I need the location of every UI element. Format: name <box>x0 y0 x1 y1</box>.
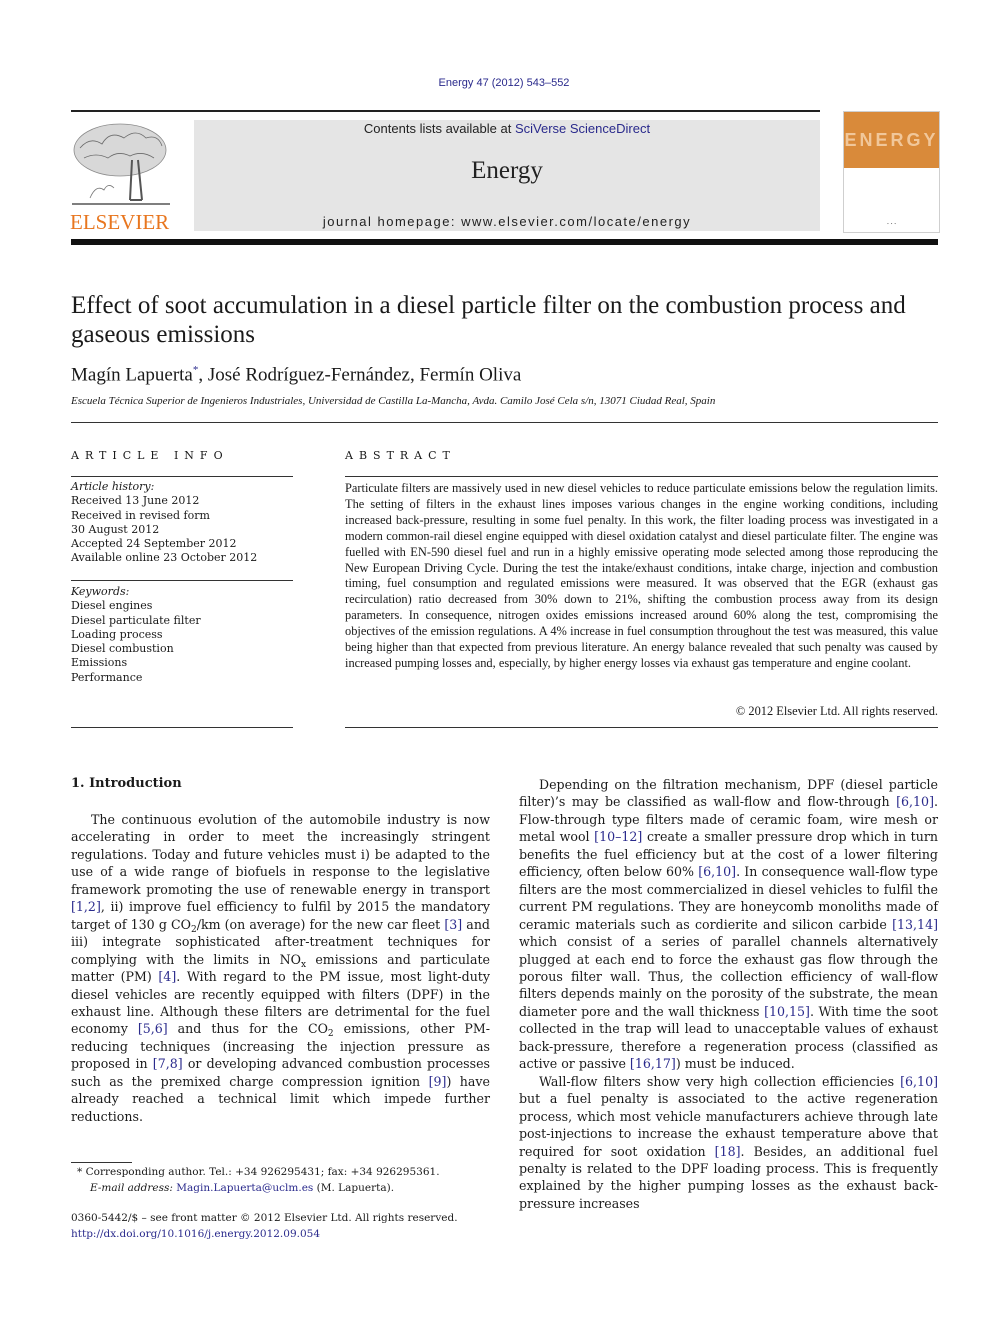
body-column-left: The continuous evolution of the automobi… <box>71 811 490 1125</box>
contents-prefix: Contents lists available at <box>363 121 515 136</box>
article-title: Effect of soot accumulation in a diesel … <box>71 292 906 348</box>
divider <box>71 476 293 477</box>
divider <box>345 727 938 728</box>
footnote-rule <box>71 1162 132 1163</box>
cover-banner: ENERGY <box>844 112 939 168</box>
citation-link[interactable]: [5,6] <box>138 1021 168 1036</box>
author-list: Magín Lapuerta*, José Rodríguez-Fernánde… <box>71 364 521 386</box>
footnote-email: E-mail address: Magin.Lapuerta@uclm.es (… <box>71 1181 440 1197</box>
footnote-contact: * Corresponding author. Tel.: +34 926295… <box>77 1166 440 1178</box>
history-item: Received 13 June 2012 <box>71 494 200 508</box>
journal-banner: Contents lists available at SciVerse Sci… <box>194 120 820 231</box>
affiliation-rule <box>71 422 938 423</box>
doi-link[interactable]: http://dx.doi.org/10.1016/j.energy.2012.… <box>71 1227 458 1243</box>
paragraph: The continuous evolution of the automobi… <box>71 812 490 1124</box>
citation-link[interactable]: [10–12] <box>594 829 642 844</box>
citation-link[interactable]: [7,8] <box>153 1056 183 1071</box>
citation-link[interactable]: [6,10] <box>896 794 934 809</box>
citation-link[interactable]: [9] <box>429 1074 447 1089</box>
citation-link[interactable]: [1,2] <box>71 899 101 914</box>
citation-link[interactable]: [4] <box>158 969 176 984</box>
paragraph: Depending on the filtration mechanism, D… <box>519 777 938 1072</box>
article-history: Article history: Received 13 June 2012 R… <box>71 480 257 566</box>
cover-title: ENERGY <box>844 130 939 150</box>
corresponding-author-footnote: * Corresponding author. Tel.: +34 926295… <box>71 1165 440 1196</box>
journal-homepage-link[interactable]: journal homepage: www.elsevier.com/locat… <box>194 214 820 229</box>
sciencedirect-link[interactable]: SciVerse ScienceDirect <box>515 121 650 136</box>
citation-link[interactable]: [10,15] <box>764 1004 810 1019</box>
body-column-right: Depending on the filtration mechanism, D… <box>519 776 938 1212</box>
elsevier-wordmark: ELSEVIER <box>70 210 170 234</box>
citation-link[interactable]: [16,17] <box>630 1056 676 1071</box>
author-name: Magín Lapuerta <box>71 364 193 386</box>
history-item: 30 August 2012 <box>71 522 160 536</box>
history-label: Article history: <box>71 480 155 493</box>
citation-link[interactable]: [3] <box>444 917 462 932</box>
citation-link[interactable]: [13,14] <box>892 917 938 932</box>
keyword-item: Loading process <box>71 627 163 641</box>
subscript: 2 <box>327 1029 334 1040</box>
contents-availability: Contents lists available at SciVerse Sci… <box>194 121 820 136</box>
article-info-heading: ARTICLE INFO <box>71 449 229 462</box>
issn-copyright: 0360-5442/$ – see front matter © 2012 El… <box>71 1212 458 1224</box>
front-matter: 0360-5442/$ – see front matter © 2012 El… <box>71 1211 458 1242</box>
paragraph: Wall-flow filters show very high collect… <box>519 1073 938 1211</box>
divider <box>71 727 293 728</box>
journal-name: Energy <box>471 157 543 184</box>
keyword-item: Performance <box>71 670 143 684</box>
journal-cover-thumbnail: ENERGY • • • <box>843 111 940 233</box>
author-separator: , <box>198 364 208 386</box>
citation-link[interactable]: [18] <box>715 1144 741 1159</box>
header-thick-rule <box>71 239 938 245</box>
cover-footer-text: • • • <box>886 221 897 226</box>
citation-link[interactable]: [6,10] <box>900 1074 938 1089</box>
keyword-item: Diesel particulate filter <box>71 613 201 627</box>
author-name: Fermín Oliva <box>419 364 522 386</box>
divider <box>71 580 293 581</box>
author-name: José Rodríguez-Fernández <box>207 364 410 386</box>
journal-citation-link[interactable]: Energy 47 (2012) 543–552 <box>0 77 992 89</box>
keyword-item: Diesel combustion <box>71 642 174 656</box>
keywords-list: Keywords: Diesel engines Diesel particul… <box>71 585 201 685</box>
subscript: 2 <box>190 924 197 935</box>
history-item: Received in revised form <box>71 508 210 522</box>
abstract-copyright: © 2012 Elsevier Ltd. All rights reserved… <box>735 704 938 718</box>
email-link[interactable]: Magin.Lapuerta@uclm.es <box>176 1182 313 1194</box>
keyword-item: Emissions <box>71 656 128 670</box>
elsevier-logo: ELSEVIER <box>70 120 172 234</box>
citation-link[interactable]: [6,10] <box>698 864 736 879</box>
author-affiliation: Escuela Técnica Superior de Ingenieros I… <box>71 395 716 407</box>
abstract-heading: ABSTRACT <box>345 449 456 462</box>
section-heading-introduction: 1. Introduction <box>71 776 182 791</box>
abstract-text: Particulate filters are massively used i… <box>345 481 938 670</box>
subscript: x <box>300 959 307 970</box>
history-item: Available online 23 October 2012 <box>71 551 258 565</box>
email-suffix: (M. Lapuerta). <box>313 1181 395 1194</box>
elsevier-tree-icon <box>72 123 170 205</box>
keyword-item: Diesel engines <box>71 599 153 613</box>
keywords-label: Keywords: <box>71 585 130 598</box>
history-item: Accepted 24 September 2012 <box>71 537 237 551</box>
divider <box>345 476 938 477</box>
header-rule <box>71 110 820 112</box>
email-label: E-mail address: <box>90 1181 173 1194</box>
